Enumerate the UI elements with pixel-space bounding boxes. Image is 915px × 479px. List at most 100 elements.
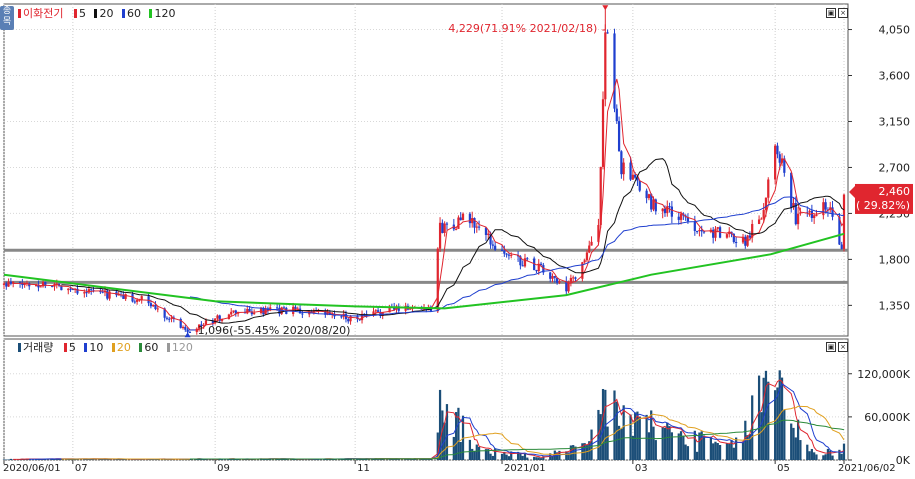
volume-bar	[457, 407, 460, 460]
candle-body	[5, 283, 8, 287]
volume-legend: 거래량 5 10 20 60 120	[18, 341, 193, 355]
candle-body	[601, 99, 605, 167]
volume-bar	[507, 456, 511, 460]
candle-body	[558, 281, 561, 283]
legend-vol20-chip	[111, 343, 115, 352]
candle-body	[762, 210, 765, 219]
side-tab[interactable]: 종목	[0, 6, 14, 30]
volume-pane-restore-button[interactable]: ▣	[826, 342, 836, 352]
candle-body	[9, 281, 13, 284]
volume-bar	[670, 432, 673, 460]
price-pane-restore-button[interactable]: ▣	[826, 8, 836, 18]
volume-pane-close-button[interactable]: ×	[838, 342, 848, 352]
volume-bar	[695, 451, 699, 460]
volume-bar	[652, 426, 655, 460]
candle-body	[500, 249, 504, 251]
candle-body	[776, 145, 779, 155]
candle-body	[510, 254, 513, 256]
candle-body	[445, 223, 449, 225]
volume-bar	[533, 456, 536, 460]
candle-body	[725, 234, 729, 238]
volume-bar	[455, 412, 458, 460]
volume-bar	[815, 454, 818, 460]
volume-y-tick-label: 60,000K	[864, 411, 910, 424]
volume-bar	[741, 441, 745, 460]
candle-body	[441, 222, 444, 233]
volume-bar	[119, 459, 123, 461]
volume-bar	[452, 436, 455, 460]
candle-body	[535, 270, 538, 272]
volume-bar	[700, 431, 703, 460]
volume-bar	[471, 448, 474, 460]
volume-bar	[179, 459, 182, 461]
legend-vol120-chip	[166, 343, 170, 352]
legend-vol20: 20	[116, 341, 131, 354]
candle-body	[647, 194, 651, 199]
candle-body	[455, 228, 458, 230]
candle-body	[551, 276, 554, 279]
legend-ma20-chip	[94, 9, 98, 18]
legend-vol60-chip	[139, 343, 143, 352]
candle-body	[572, 277, 575, 279]
price-y-tick-label: 3,600	[879, 70, 911, 83]
candle-body	[2, 283, 6, 285]
candle-body	[232, 310, 235, 312]
candle-body	[778, 154, 781, 163]
price-y-tick-label: 3,150	[879, 115, 911, 128]
candle-body	[695, 230, 699, 232]
candle-body	[549, 272, 552, 279]
volume-bar	[617, 425, 621, 460]
candle-body	[39, 286, 42, 288]
candle-body	[822, 202, 825, 216]
candle-body	[523, 258, 527, 267]
candle-body	[652, 199, 655, 210]
current-price-label: 2,460	[879, 185, 911, 198]
candle-body	[253, 313, 256, 315]
volume-bar	[735, 437, 738, 460]
chart-canvas[interactable]: 2020/06/01 07 09 11 2021/01 03 05 2021/06/02 1,3…	[0, 0, 915, 476]
volume-bar	[631, 435, 634, 460]
candle-body	[275, 307, 279, 309]
legend-ma60-chip	[121, 9, 125, 18]
volume-bar	[202, 459, 205, 461]
legend-ma5: 5	[78, 7, 86, 20]
legend-vol10: 10	[89, 341, 104, 354]
candle-body	[438, 222, 442, 249]
volume-bar	[491, 455, 494, 460]
legend-stock-name: 이화전기	[23, 7, 64, 20]
candle-body	[154, 304, 157, 309]
candle-body	[246, 308, 249, 314]
volume-bar	[535, 457, 538, 460]
volume-bar	[393, 459, 396, 460]
volume-bar	[539, 458, 543, 460]
legend-ma120: 120	[154, 7, 176, 20]
volume-bar	[780, 377, 784, 460]
volume-bar	[661, 426, 664, 460]
candle-body	[677, 216, 680, 220]
candle-body	[661, 208, 664, 212]
volume-bar	[732, 447, 735, 460]
candle-body	[613, 33, 616, 109]
candle-body	[184, 326, 187, 330]
candle-body	[620, 151, 623, 175]
candle-body	[376, 310, 380, 312]
candle-body	[124, 294, 127, 299]
legend-vol120: 120	[171, 341, 193, 354]
volume-bar	[601, 388, 605, 460]
candle-body	[477, 226, 481, 228]
price-y-tick-label: 1,800	[879, 253, 911, 266]
legend-vol10-chip	[84, 343, 88, 352]
candle-body	[457, 217, 460, 229]
volume-bar	[645, 414, 648, 460]
candle-body	[67, 288, 70, 291]
volume-bar	[234, 459, 237, 460]
candle-body	[622, 162, 625, 175]
candle-body	[663, 208, 667, 214]
candle-body	[248, 308, 251, 312]
volume-bar	[124, 459, 127, 460]
volume-bar	[808, 451, 811, 460]
candle-body	[813, 215, 816, 219]
volume-bar	[799, 440, 802, 460]
candle-body	[767, 179, 770, 198]
price-pane-close-button[interactable]: ×	[838, 8, 848, 18]
